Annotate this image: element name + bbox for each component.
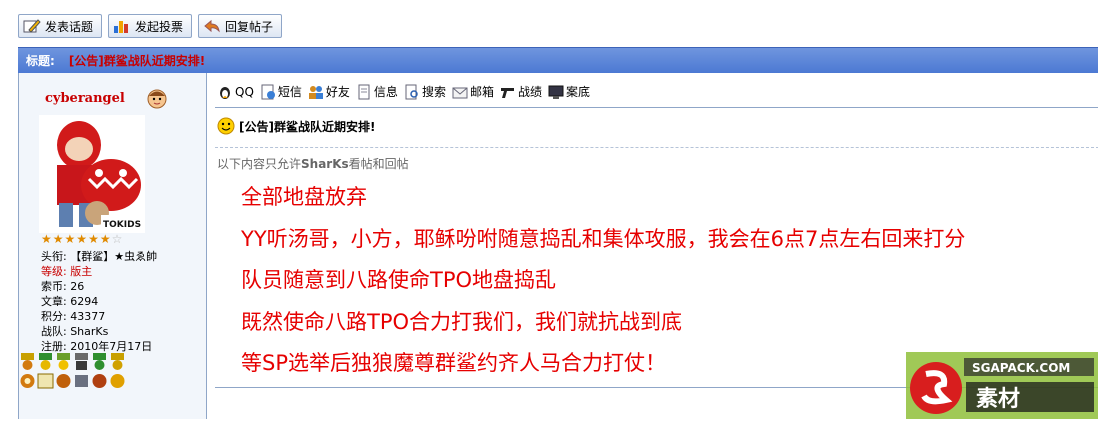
friend-link[interactable]: 好友 bbox=[308, 83, 350, 100]
post-body: 全部地盘放弃 YY听汤哥，小方，耶稣吩咐随意捣乱和集体攻服，我会在6点7点左右回… bbox=[241, 177, 965, 385]
medal-icon bbox=[75, 353, 88, 370]
info-label: 信息 bbox=[373, 85, 398, 99]
star-icon: ★ bbox=[41, 232, 52, 246]
user-title: 头衔: 【群鲨】★虫ゑ帥 bbox=[41, 250, 158, 263]
qq-label: QQ bbox=[235, 84, 254, 99]
friends-icon bbox=[308, 85, 323, 99]
post-title: [公告]群鲨战队近期安排! bbox=[239, 119, 376, 134]
medal-icon bbox=[56, 374, 71, 388]
medal-row bbox=[19, 353, 139, 390]
qq-link[interactable]: QQ bbox=[217, 84, 254, 100]
topic-title: [公告]群鲨战队近期安排! bbox=[68, 54, 206, 68]
permission-group: SharKs bbox=[301, 157, 349, 171]
post-action-icons: QQ 短信 好友 信息 搜索 邮箱 战绩 案底 bbox=[217, 83, 590, 100]
user-team: 战队: SharKs bbox=[41, 325, 109, 338]
medal-icon bbox=[92, 374, 107, 388]
new-topic-button[interactable]: 发表话题 bbox=[18, 14, 103, 38]
divider bbox=[215, 107, 1098, 108]
info-link[interactable]: 信息 bbox=[356, 83, 398, 100]
post-line: YY听汤哥，小方，耶稣吩咐随意捣乱和集体攻服，我会在6点7点左右回来打分 bbox=[241, 226, 966, 251]
medal-icon bbox=[20, 374, 35, 388]
medal-icon bbox=[57, 353, 70, 370]
medal-icon bbox=[93, 353, 106, 370]
title-label: 标题: bbox=[26, 54, 55, 68]
reply-label: 回复帖子 bbox=[225, 19, 274, 34]
post-heading: [公告]群鲨战队近期安排! bbox=[217, 117, 375, 135]
male-avatar-icon bbox=[146, 87, 168, 109]
divider bbox=[215, 147, 1098, 149]
permission-text-end: 看帖和回帖 bbox=[348, 157, 409, 171]
mail-label: 邮箱 bbox=[469, 85, 494, 99]
star-icon: ★ bbox=[99, 232, 111, 246]
medal-icon bbox=[111, 353, 124, 370]
monitor-icon bbox=[548, 85, 564, 99]
battle-label: 战绩 bbox=[517, 85, 542, 99]
watermark-brand: 素材 bbox=[976, 386, 1020, 412]
reply-icon bbox=[203, 18, 221, 34]
post-line: 队员随意到八路使命TPO地盘捣乱 bbox=[241, 268, 557, 292]
mail-icon bbox=[452, 87, 468, 98]
record-label: 案底 bbox=[565, 85, 590, 99]
username[interactable]: cyberangel bbox=[45, 91, 125, 106]
top-toolbar: 发表话题 发起投票 回复帖子 bbox=[18, 14, 283, 38]
sms-label: 短信 bbox=[277, 85, 302, 99]
search-icon bbox=[405, 84, 418, 99]
friend-label: 好友 bbox=[325, 85, 350, 99]
site-watermark-logo: SGAPACK.COM 素材 bbox=[906, 352, 1098, 419]
user-level: 等级: 版主 bbox=[41, 265, 93, 278]
star-icon: ★ bbox=[88, 232, 99, 246]
medal-icon bbox=[21, 353, 34, 370]
topic-title-bar: 标题: [公告]群鲨战队近期安排! bbox=[18, 47, 1098, 73]
star-icon: ★ bbox=[64, 232, 76, 246]
svg-text:TOKIDS: TOKIDS bbox=[103, 220, 141, 230]
post-line: 全部地盘放弃 bbox=[241, 185, 367, 209]
medal-icon bbox=[39, 353, 52, 370]
document-icon bbox=[358, 84, 370, 99]
qq-penguin-icon bbox=[220, 86, 230, 99]
user-points: 积分: 43377 bbox=[41, 310, 106, 323]
gun-icon bbox=[500, 87, 514, 98]
record-link[interactable]: 案底 bbox=[548, 83, 590, 100]
reply-button[interactable]: 回复帖子 bbox=[198, 14, 283, 38]
sms-link[interactable]: 短信 bbox=[260, 83, 302, 100]
new-poll-label: 发起投票 bbox=[135, 19, 184, 34]
search-label: 搜索 bbox=[421, 85, 446, 99]
new-topic-label: 发表话题 bbox=[45, 19, 94, 34]
new-poll-button[interactable]: 发起投票 bbox=[108, 14, 193, 38]
rank-stars: ★ ★ ★ ★ ★ ★ ☆ bbox=[41, 233, 122, 245]
battle-link[interactable]: 战绩 bbox=[500, 83, 542, 100]
user-registered: 注册: 2010年7月17日 bbox=[41, 340, 153, 353]
star-icon: ★ bbox=[76, 232, 88, 246]
pencil-icon bbox=[23, 18, 41, 34]
medal-icon bbox=[37, 373, 54, 389]
bar-chart-icon bbox=[113, 18, 131, 34]
medal-icon bbox=[75, 375, 88, 387]
user-info: 头衔: 【群鲨】★虫ゑ帥 等级: 版主 索币: 26 文章: 6294 积分: … bbox=[41, 249, 157, 354]
post-line: 等SP选举后独狼魔尊群鲨约齐人马合力打仗！ bbox=[241, 351, 666, 375]
message-icon bbox=[261, 84, 275, 99]
search-link[interactable]: 搜索 bbox=[404, 83, 446, 100]
permission-note: 以下内容只允许SharKs看帖和回帖 bbox=[217, 155, 409, 172]
user-panel: cyberangel TOKIDS ★ ★ ★ ★ ★ ★ ☆ 头衔: 【群鲨】… bbox=[19, 73, 207, 419]
user-coins: 索币: 26 bbox=[41, 280, 85, 293]
user-posts: 文章: 6294 bbox=[41, 295, 99, 308]
smiley-icon bbox=[217, 117, 235, 135]
empty-star-icon: ☆ bbox=[111, 232, 123, 246]
mail-link[interactable]: 邮箱 bbox=[452, 83, 494, 100]
medal-icon bbox=[110, 374, 125, 388]
post-line: 既然使命八路TPO合力打我们，我们就抗战到底 bbox=[241, 309, 683, 334]
watermark-site: SGAPACK.COM bbox=[972, 361, 1070, 375]
star-icon: ★ bbox=[52, 232, 64, 246]
permission-text: 以下内容只允许 bbox=[217, 157, 302, 171]
